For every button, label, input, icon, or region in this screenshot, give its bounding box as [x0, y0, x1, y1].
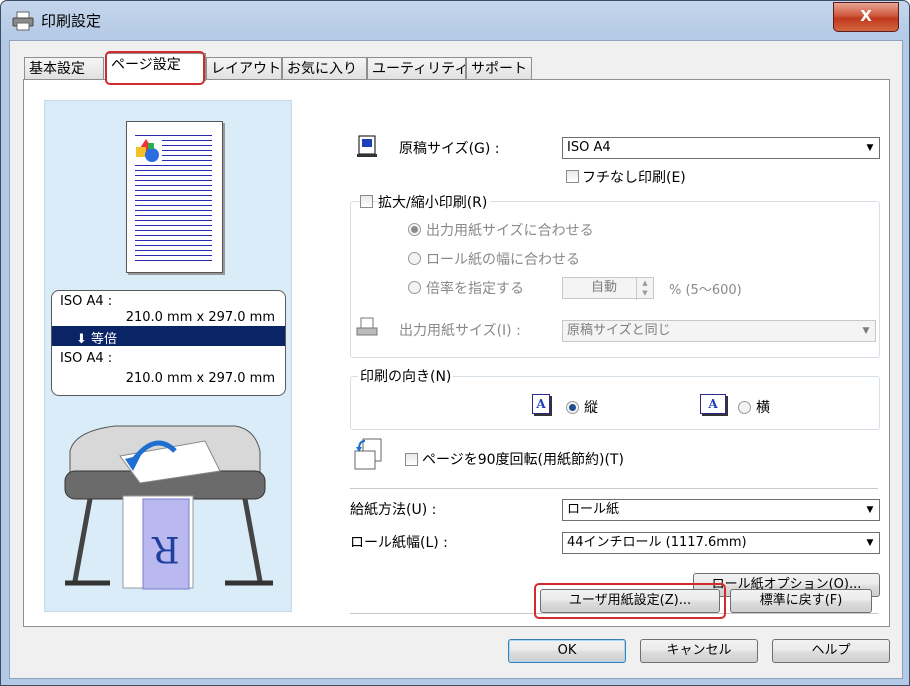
- restore-defaults-button[interactable]: 標準に戻す(F): [730, 589, 872, 613]
- portrait-radio[interactable]: [566, 401, 579, 414]
- close-button[interactable]: X: [833, 2, 899, 32]
- paper-preview: [126, 121, 223, 273]
- chevron-down-icon: ▼: [866, 505, 874, 515]
- ok-button[interactable]: OK: [508, 639, 626, 663]
- output-size-label: 出力用紙サイズ(I) :: [399, 323, 521, 339]
- portrait-icon: A: [532, 394, 550, 414]
- tab-support[interactable]: サポート: [466, 57, 532, 79]
- chevron-down-icon: ▼: [862, 326, 870, 336]
- print-settings-window: 印刷設定 X 基本設定 ページ設定 レイアウト お気に入り ユーティリティ サポ…: [0, 0, 910, 686]
- fit-output-radio[interactable]: [408, 223, 421, 236]
- fit-roll-label: ロール紙の幅に合わせる: [426, 252, 580, 268]
- output-size-icon: [356, 317, 378, 336]
- spinner-arrows-icon: ▲ ▼: [636, 278, 653, 300]
- scale-label: ⬇ 等倍: [76, 332, 118, 347]
- page-setup-panel: ISO A4 : 210.0 mm x 297.0 mm ⬇ 等倍 ISO A4…: [23, 79, 890, 627]
- landscape-icon: A: [700, 394, 726, 414]
- roll-width-label: ロール紙幅(L) :: [350, 535, 448, 551]
- printer-icon: [12, 11, 34, 31]
- source-size: ISO A4 :: [60, 294, 113, 309]
- scale-value: 自動: [591, 280, 618, 295]
- borderless-label: フチなし印刷(E): [582, 170, 686, 186]
- paper-source-select[interactable]: ロール紙 ▼: [562, 499, 880, 521]
- help-button[interactable]: ヘルプ: [772, 639, 890, 663]
- landscape-radio[interactable]: [738, 401, 751, 414]
- document-image-icon: [134, 137, 162, 163]
- rotate-checkbox[interactable]: [405, 453, 418, 466]
- dialog-client: 基本設定 ページ設定 レイアウト お気に入り ユーティリティ サポート ISO …: [9, 40, 903, 679]
- paper-source-value: ロール紙: [567, 502, 620, 517]
- preview-panel: ISO A4 : 210.0 mm x 297.0 mm ⬇ 等倍 ISO A4…: [44, 100, 292, 612]
- page-size-label: 原稿サイズ(G) :: [399, 141, 500, 157]
- paper-source-label: 給紙方法(U) :: [350, 502, 437, 518]
- rotate-page-icon: [354, 438, 382, 470]
- source-dims: 210.0 mm x 297.0 mm: [125, 310, 275, 325]
- page-size-value: ISO A4: [567, 140, 611, 155]
- output-size-value: 原稿サイズと同じ: [567, 323, 671, 338]
- rotate-label: ページを90度回転(用紙節約)(T): [422, 452, 624, 468]
- tab-basic[interactable]: 基本設定: [24, 57, 104, 79]
- page-size-select[interactable]: ISO A4 ▼: [562, 137, 880, 159]
- chevron-down-icon: ▼: [866, 143, 874, 153]
- scale-band: ⬇ 等倍: [52, 326, 285, 347]
- orientation-label: 印刷の向き(N): [358, 366, 454, 386]
- tab-favorites[interactable]: お気に入り: [282, 57, 367, 79]
- custom-size-highlight: [534, 583, 726, 619]
- output-size-select[interactable]: 原稿サイズと同じ ▼: [562, 320, 876, 342]
- fit-roll-radio[interactable]: [408, 252, 421, 265]
- scale-range: % (5～600): [669, 283, 742, 298]
- scale-spinner[interactable]: 自動 ▲ ▼: [562, 277, 654, 300]
- scaling-checkbox[interactable]: [360, 195, 373, 208]
- document-size-icon: [357, 135, 377, 157]
- title-bar: 印刷設定 X: [1, 1, 909, 41]
- chevron-down-icon: ▼: [866, 538, 874, 548]
- sheet-letter: R: [152, 528, 180, 569]
- borderless-checkbox[interactable]: [566, 170, 579, 183]
- output-dims: 210.0 mm x 297.0 mm: [125, 371, 275, 386]
- portrait-label: 縦: [584, 400, 598, 416]
- size-info-box: ISO A4 : 210.0 mm x 297.0 mm ⬇ 等倍 ISO A4…: [51, 290, 286, 396]
- fit-output-label: 出力用紙サイズに合わせる: [426, 223, 594, 239]
- tab-utility[interactable]: ユーティリティ: [367, 57, 468, 79]
- scaling-label: 拡大/縮小印刷(R): [378, 192, 491, 212]
- cancel-button[interactable]: キャンセル: [640, 639, 758, 663]
- window-title: 印刷設定: [41, 12, 102, 30]
- landscape-label: 横: [756, 400, 770, 416]
- output-size: ISO A4 :: [60, 351, 113, 366]
- roll-width-value: 44インチロール (1117.6mm): [567, 535, 747, 550]
- large-format-printer-illustration: R: [64, 425, 273, 590]
- roll-width-select[interactable]: 44インチロール (1117.6mm) ▼: [562, 532, 880, 554]
- tab-layout[interactable]: レイアウト: [206, 57, 282, 79]
- specify-scale-label: 倍率を指定する: [426, 281, 524, 297]
- specify-scale-radio[interactable]: [408, 281, 421, 294]
- tab-highlight: [105, 51, 205, 85]
- divider: [350, 488, 878, 489]
